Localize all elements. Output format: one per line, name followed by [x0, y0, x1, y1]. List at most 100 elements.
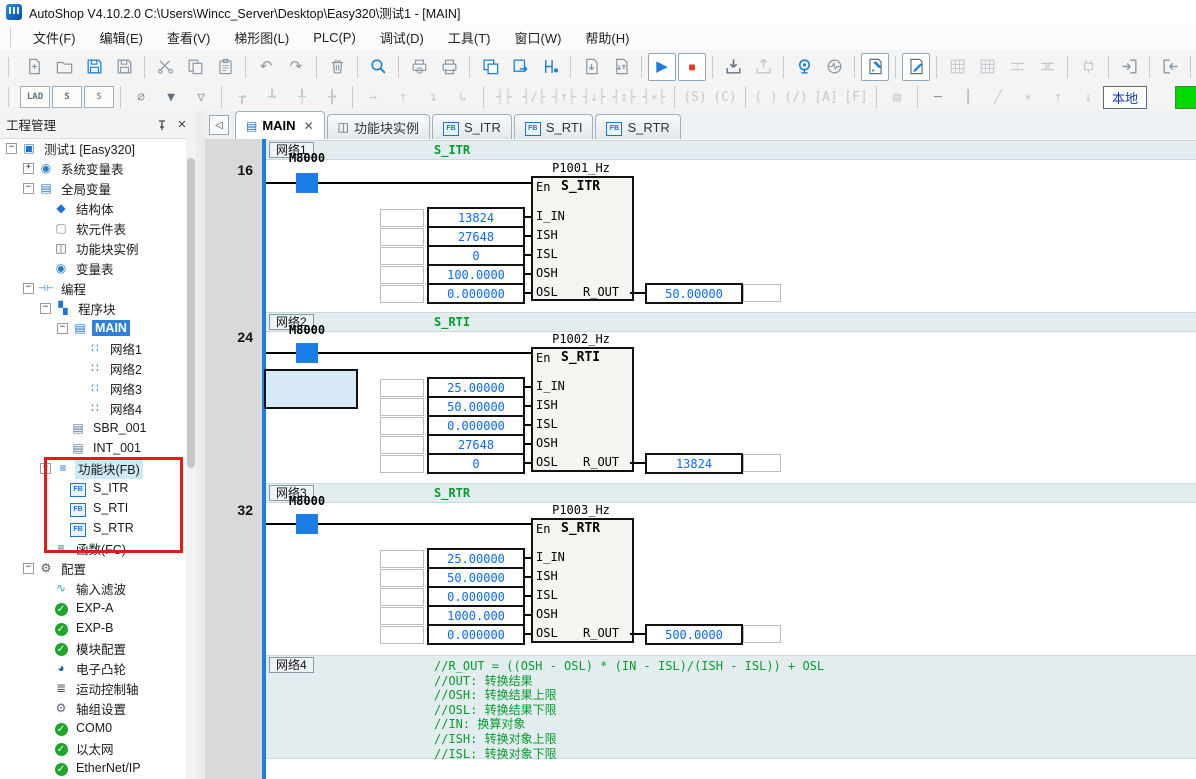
tree-expander-icon[interactable]: −	[40, 303, 51, 314]
jump-out-button[interactable]	[1156, 53, 1184, 81]
output-value-box[interactable]: 50.00000	[645, 283, 743, 304]
input-comment-box[interactable]	[380, 247, 424, 265]
tab-scroll-left-icon[interactable]: ◁	[209, 115, 229, 135]
coil-f-button[interactable]: [F]	[842, 86, 870, 108]
cut-button[interactable]	[151, 53, 179, 81]
compare-program-button[interactable]	[607, 53, 635, 81]
close-panel-icon[interactable]: ✕	[174, 117, 190, 133]
contact-both-button[interactable]: ┤↕├	[610, 86, 638, 108]
input-comment-box[interactable]	[380, 436, 424, 454]
branch-edit-2-button[interactable]: ┺	[258, 86, 286, 108]
input-value-box[interactable]: 0.000000	[427, 624, 525, 645]
input-value-box[interactable]: 27648	[427, 226, 525, 247]
tree-item-网络1[interactable]: ∷网络1	[0, 338, 186, 358]
undo-button[interactable]: ↶	[252, 53, 280, 81]
input-value-box[interactable]: 0.000000	[427, 283, 525, 304]
input-comment-box[interactable]	[380, 455, 424, 473]
input-value-box[interactable]: 50.00000	[427, 567, 525, 588]
output-comment-box[interactable]	[743, 454, 781, 472]
window-copy-button[interactable]	[476, 53, 504, 81]
transfer-setting-button[interactable]	[536, 53, 564, 81]
tree-item-S_RTI[interactable]: FBS_RTI	[0, 498, 186, 518]
insert-row-button[interactable]: ▼	[157, 86, 185, 108]
tree-item-COM0[interactable]: ✓COM0	[0, 718, 186, 738]
coil-a-button[interactable]: [A]	[812, 86, 840, 108]
input-comment-box[interactable]	[380, 209, 424, 227]
input-value-box[interactable]: 50.00000	[427, 396, 525, 417]
tree-item-SBR_001[interactable]: ▤SBR_001	[0, 418, 186, 438]
print-button[interactable]	[435, 53, 463, 81]
line-up-button[interactable]: ↑	[1044, 86, 1072, 108]
line-diagonal-button[interactable]: ╱	[984, 86, 1012, 108]
input-comment-box[interactable]	[380, 398, 424, 416]
input-value-box[interactable]: 100.0000	[427, 264, 525, 285]
contact-m8000[interactable]	[296, 173, 318, 193]
tree-expander-icon[interactable]: −	[23, 563, 34, 574]
jump-in-button[interactable]	[1115, 53, 1143, 81]
tree-item-MAIN[interactable]: −▤MAIN	[0, 318, 186, 338]
tree-item-网络2[interactable]: ∷网络2	[0, 358, 186, 378]
menu-h[interactable]: 帮助(H)	[573, 25, 641, 50]
tree-item-变量表[interactable]: ◉变量表	[0, 258, 186, 278]
input-value-box[interactable]: 0.000000	[427, 586, 525, 607]
print-preview-button[interactable]	[405, 53, 433, 81]
tree-item-编程[interactable]: −⊣⊢编程	[0, 278, 186, 298]
input-value-box[interactable]: 27648	[427, 434, 525, 455]
compress-clear-button[interactable]	[1033, 53, 1061, 81]
sfc-view-button[interactable]: S	[52, 86, 82, 108]
tree-item-EXP-A[interactable]: ✓EXP-A	[0, 598, 186, 618]
coil-negated-button[interactable]: (∕)	[782, 86, 810, 108]
oscilloscope-button[interactable]	[820, 53, 848, 81]
open-project-button[interactable]	[50, 53, 78, 81]
copy-button[interactable]	[181, 53, 209, 81]
monitor-mode-button[interactable]	[790, 53, 818, 81]
insert-network-button[interactable]: ⌀	[127, 86, 155, 108]
window-export-button[interactable]	[506, 53, 534, 81]
new-file-button[interactable]	[20, 53, 48, 81]
menu-f[interactable]: 文件(F)	[21, 25, 88, 50]
selected-cell[interactable]	[264, 369, 358, 409]
wire-up-button[interactable]: ↑	[389, 86, 417, 108]
line-delete-button[interactable]: ∗	[1014, 86, 1042, 108]
tree-item-功能块实例[interactable]: ◫功能块实例	[0, 238, 186, 258]
menu-d[interactable]: 调试(D)	[368, 25, 436, 50]
tree-item-模块配置[interactable]: ✓模块配置	[0, 638, 186, 658]
input-value-box[interactable]: 25.00000	[427, 548, 525, 569]
tree-item-S_RTR[interactable]: FBS_RTR	[0, 518, 186, 538]
contact-falling-button[interactable]: ┤↓├	[580, 86, 608, 108]
output-comment-box[interactable]	[743, 625, 781, 643]
download-program-button[interactable]	[577, 53, 605, 81]
tree-expander-icon[interactable]: −	[23, 283, 34, 294]
tree-item-电子凸轮[interactable]: ◕电子凸轮	[0, 658, 186, 678]
grid-delete-button[interactable]	[973, 53, 1001, 81]
tab-MAIN[interactable]: ▤MAIN✕	[235, 111, 325, 139]
delete-row-button[interactable]: ▽	[187, 86, 215, 108]
contact-rising-button[interactable]: ┤↑├	[550, 86, 578, 108]
pin-icon[interactable]	[154, 117, 170, 133]
wire-corner-up-button[interactable]: ↳	[449, 86, 477, 108]
tree-item-EXP-B[interactable]: ✓EXP-B	[0, 618, 186, 638]
contact-invert-button[interactable]: ┤∗├	[640, 86, 668, 108]
tab-S_RTI[interactable]: FBS_RTI	[514, 114, 594, 139]
tab-S_RTR[interactable]: FBS_RTR	[595, 114, 680, 139]
input-comment-box[interactable]	[380, 588, 424, 606]
tree-item-输入滤波[interactable]: ∿输入滤波	[0, 578, 186, 598]
input-value-box[interactable]: 1000.000	[427, 605, 525, 626]
menu-l[interactable]: 梯形图(L)	[222, 25, 301, 50]
redo-button[interactable]: ↷	[282, 53, 310, 81]
upload-from-plc-button[interactable]	[749, 53, 777, 81]
tab-功能块实例[interactable]: ◫功能块实例	[327, 114, 430, 139]
tree-expander-icon[interactable]: −	[6, 143, 17, 154]
input-value-box[interactable]: 0	[427, 453, 525, 474]
input-comment-box[interactable]	[380, 266, 424, 284]
delete-button[interactable]	[323, 53, 351, 81]
save-button[interactable]	[80, 53, 108, 81]
input-value-box[interactable]: 0	[427, 245, 525, 266]
input-comment-box[interactable]	[380, 285, 424, 303]
run-plc-button[interactable]: ▶	[648, 53, 676, 81]
tree-item-网络3[interactable]: ∷网络3	[0, 378, 186, 398]
coil-set-button[interactable]: (S)	[681, 86, 709, 108]
tree-item-以太网[interactable]: ✓以太网	[0, 738, 186, 758]
edit-mode-button[interactable]	[902, 53, 930, 81]
save-all-button[interactable]	[110, 53, 138, 81]
